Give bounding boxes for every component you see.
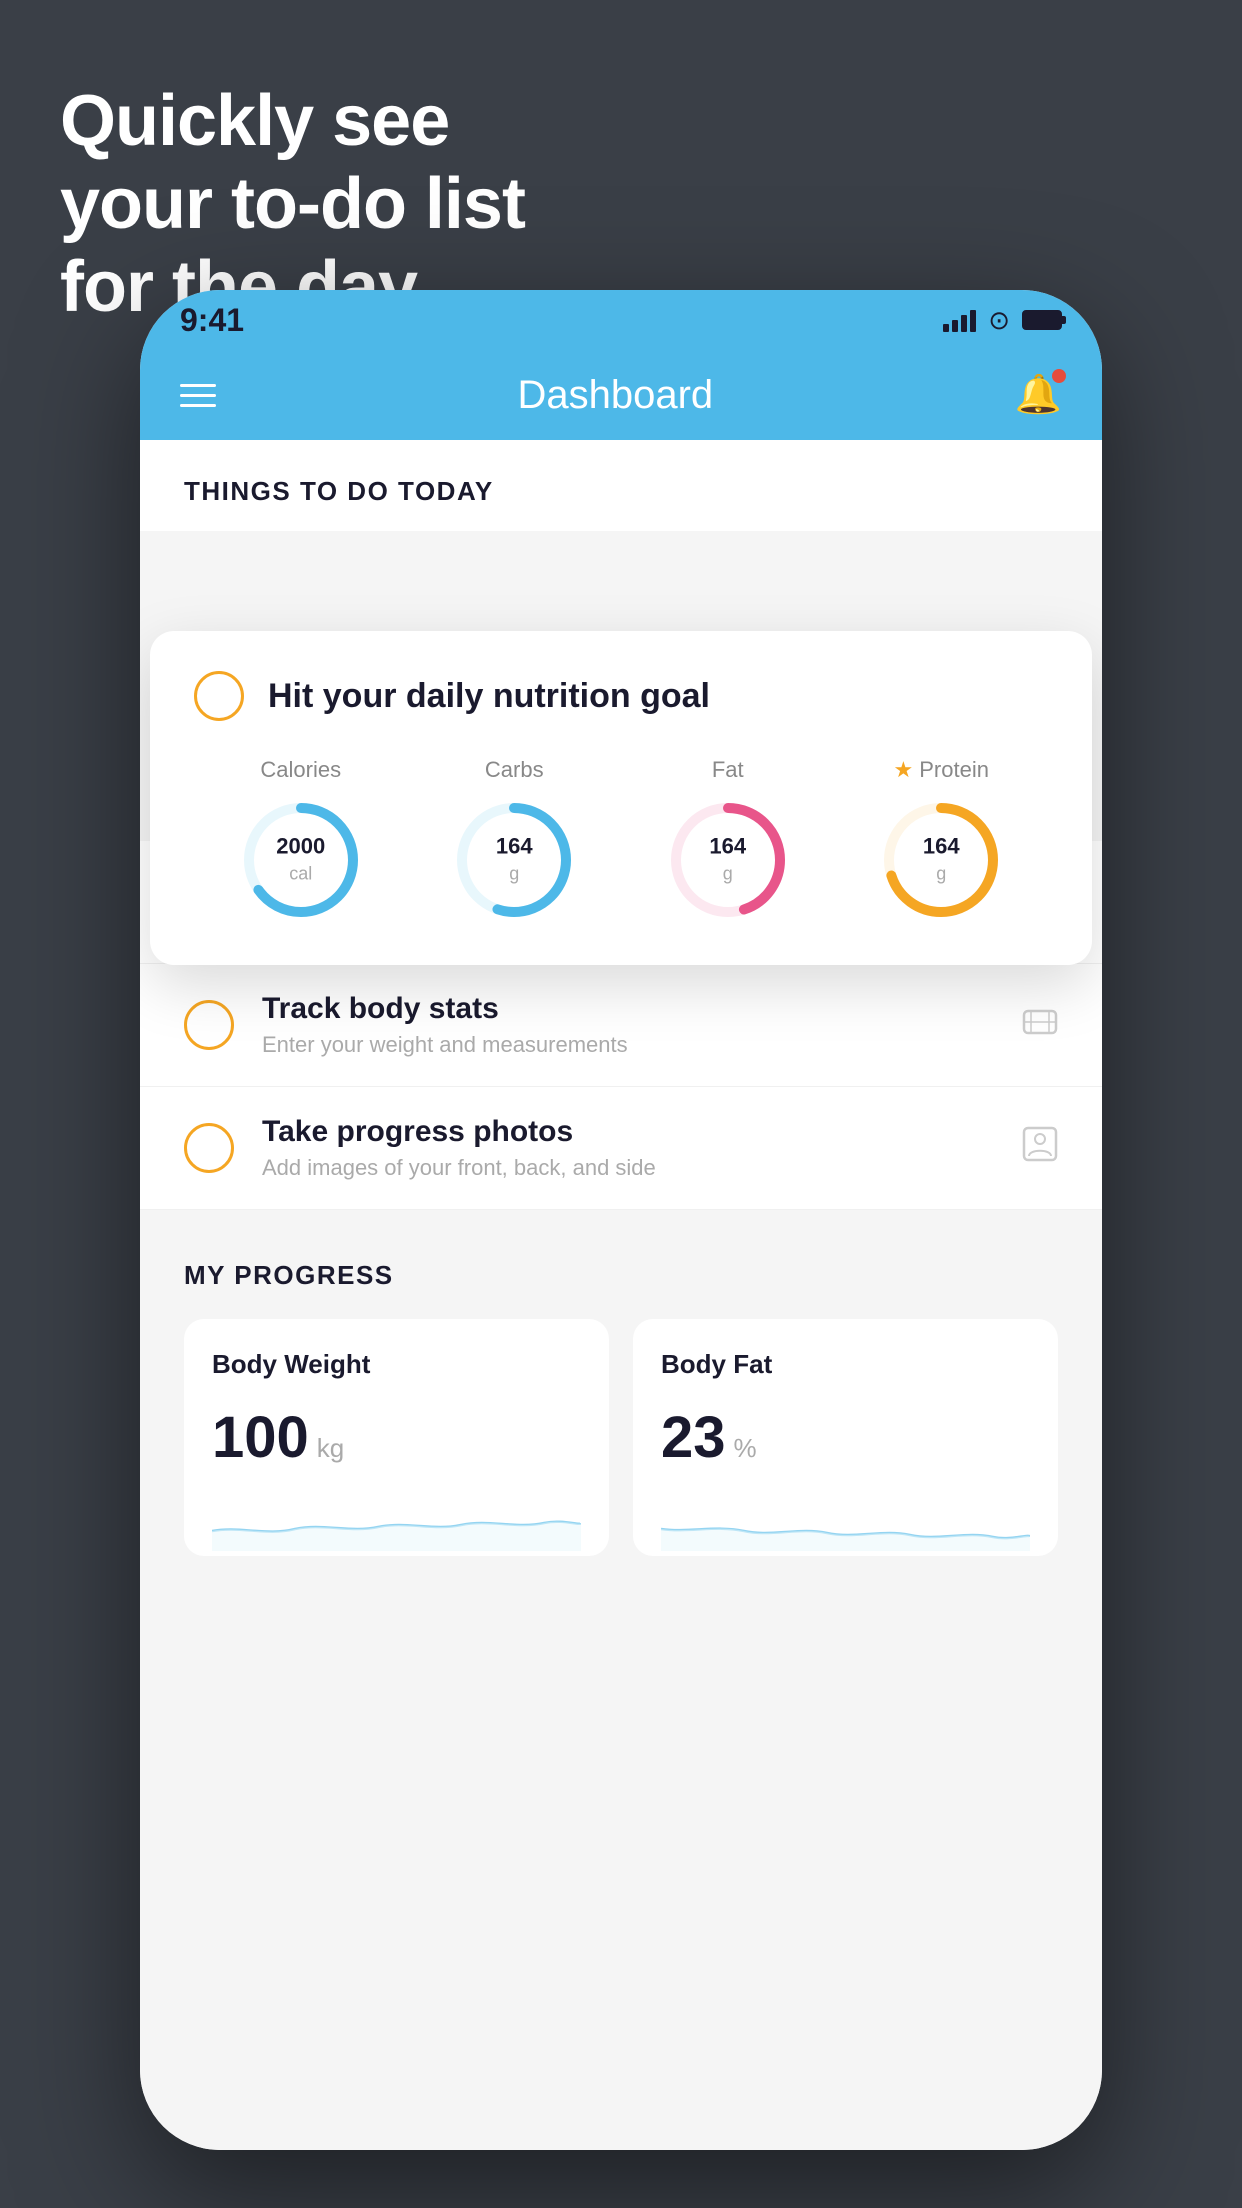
body-weight-number: 100 (212, 1404, 309, 1471)
macro-carbs-label: Carbs (485, 757, 544, 783)
macro-calories-ring: 2000cal (236, 795, 366, 925)
nutrition-task-title: Hit your daily nutrition goal (268, 677, 710, 716)
progress-section: MY PROGRESS Body Weight 100 kg B (140, 1210, 1102, 1586)
progress-title: MY PROGRESS (184, 1260, 1058, 1291)
photos-name: Take progress photos (262, 1115, 994, 1149)
task-item-body-stats[interactable]: Track body stats Enter your weight and m… (140, 964, 1102, 1087)
macro-calories-label: Calories (260, 757, 341, 783)
status-bar: 9:41 ⊙ (140, 290, 1102, 350)
body-stats-checkbox[interactable] (184, 1000, 234, 1050)
body-fat-chart (661, 1491, 1030, 1551)
notification-dot (1052, 369, 1066, 383)
body-weight-card: Body Weight 100 kg (184, 1319, 609, 1556)
photos-info: Take progress photos Add images of your … (262, 1115, 994, 1181)
nutrition-checkbox[interactable] (194, 671, 244, 721)
macro-protein-value: 164g (923, 834, 960, 887)
nav-bar: Dashboard 🔔 (140, 350, 1102, 440)
hamburger-line (180, 384, 216, 387)
nutrition-card: Hit your daily nutrition goal Calories 2… (150, 631, 1092, 965)
phone-frame: 9:41 ⊙ Dashboard 🔔 THINGS TO DO (140, 290, 1102, 2150)
body-stats-desc: Enter your weight and measurements (262, 1032, 994, 1058)
macro-protein: ★Protein 164g (876, 757, 1006, 925)
star-icon: ★ (894, 757, 914, 783)
headline-line2: your to-do list (60, 163, 525, 246)
body-fat-number: 23 (661, 1404, 726, 1471)
content-area: THINGS TO DO TODAY Hit your daily nutrit… (140, 440, 1102, 2150)
macro-fat-value: 164g (709, 834, 746, 887)
macro-calories-value: 2000cal (276, 834, 325, 887)
macro-carbs-ring: 164g (449, 795, 579, 925)
body-fat-title: Body Fat (661, 1349, 1030, 1380)
battery-icon (1022, 310, 1062, 330)
body-fat-card: Body Fat 23 % (633, 1319, 1058, 1556)
nutrition-card-header: Hit your daily nutrition goal (194, 671, 1048, 721)
macro-protein-ring: 164g (876, 795, 1006, 925)
wifi-icon: ⊙ (988, 305, 1010, 336)
scale-icon (1022, 1003, 1058, 1048)
bell-icon[interactable]: 🔔 (1015, 373, 1062, 417)
body-weight-title: Body Weight (212, 1349, 581, 1380)
signal-icon (943, 308, 976, 332)
macro-fat-label: Fat (712, 757, 744, 783)
person-icon (1022, 1126, 1058, 1171)
headline-line1: Quickly see (60, 80, 525, 163)
nutrition-macros: Calories 2000cal Carbs (194, 757, 1048, 925)
hamburger-line (180, 394, 216, 397)
macro-fat-ring: 164g (663, 795, 793, 925)
things-section-title: THINGS TO DO TODAY (184, 476, 1058, 507)
body-weight-chart (212, 1491, 581, 1551)
photos-desc: Add images of your front, back, and side (262, 1155, 994, 1181)
photos-checkbox[interactable] (184, 1123, 234, 1173)
body-weight-unit: kg (317, 1433, 344, 1464)
macro-carbs: Carbs 164g (449, 757, 579, 925)
progress-cards: Body Weight 100 kg Body Fat 23 % (184, 1319, 1058, 1556)
hamburger-line (180, 404, 216, 407)
macro-calories: Calories 2000cal (236, 757, 366, 925)
hamburger-menu-button[interactable] (180, 384, 216, 407)
macro-carbs-value: 164g (496, 834, 533, 887)
body-fat-value: 23 % (661, 1404, 1030, 1471)
body-stats-name: Track body stats (262, 992, 994, 1026)
nav-title: Dashboard (517, 373, 713, 418)
body-stats-info: Track body stats Enter your weight and m… (262, 992, 994, 1058)
macro-protein-label: ★Protein (894, 757, 989, 783)
task-item-photos[interactable]: Take progress photos Add images of your … (140, 1087, 1102, 1210)
macro-fat: Fat 164g (663, 757, 793, 925)
body-fat-unit: % (734, 1433, 757, 1464)
status-time: 9:41 (180, 302, 244, 339)
body-weight-value: 100 kg (212, 1404, 581, 1471)
things-header: THINGS TO DO TODAY (140, 440, 1102, 531)
status-icons: ⊙ (943, 305, 1062, 336)
